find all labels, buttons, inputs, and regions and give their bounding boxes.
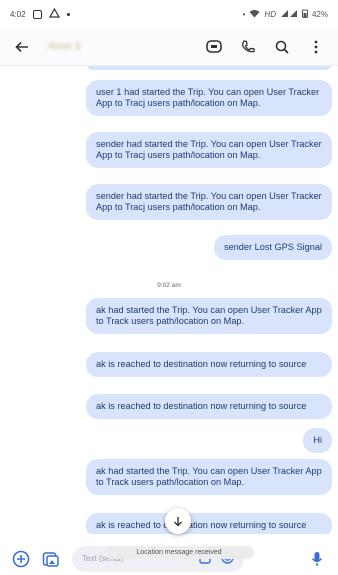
- message-bubble[interactable]: sender had started the Trip. You can ope…: [86, 184, 332, 220]
- message-text: ak is reached to destination now returni…: [96, 401, 307, 411]
- message-timestamp: 9:02 am: [157, 282, 181, 289]
- message-bubble[interactable]: sender Lost GPS Signal: [213, 235, 332, 260]
- back-arrow-icon[interactable]: [12, 37, 32, 57]
- gallery-icon[interactable]: [40, 548, 62, 570]
- message-bubble[interactable]: ak had started the Trip. You can open Us…: [86, 459, 332, 495]
- message-bubble[interactable]: ak had started the Trip. You can open Us…: [86, 298, 332, 334]
- arrow-down-icon: [174, 516, 182, 526]
- message-text: sender had started the Trip. You can ope…: [96, 191, 322, 212]
- status-bar: 4:02 • HD 42%: [0, 0, 338, 28]
- wifi-icon: [249, 9, 260, 20]
- status-time: 4:02: [10, 9, 26, 19]
- message-text: ak had started the Trip. You can open Us…: [96, 466, 322, 487]
- add-attachment-icon[interactable]: [10, 548, 32, 570]
- message-bubble[interactable]: user 1 had started the Trip. You can ope…: [86, 80, 332, 116]
- toast-notification: Location message received: [104, 546, 254, 559]
- chat-icon[interactable]: [204, 37, 224, 57]
- message-bubble[interactable]: ak is reached to destination now returni…: [86, 513, 332, 534]
- battery-level: 42%: [311, 9, 328, 19]
- more-icon[interactable]: [306, 37, 326, 57]
- microphone-icon[interactable]: [306, 548, 328, 570]
- search-icon[interactable]: [272, 37, 292, 57]
- contact-name[interactable]: Anna S: [48, 41, 81, 52]
- partial-message-bubble: [86, 66, 332, 70]
- message-text: ak is reached to destination now returni…: [96, 359, 307, 369]
- notification-icon: [32, 9, 42, 19]
- message-bubble[interactable]: ak is reached to destination now returni…: [86, 352, 332, 377]
- battery-icon: [301, 9, 308, 20]
- message-text: ak is reached to destination now returni…: [96, 520, 307, 530]
- message-bubble[interactable]: Hi: [303, 428, 332, 453]
- signal-dot-icon: •: [242, 9, 246, 19]
- drive-icon: [48, 7, 60, 20]
- message-text: sender had started the Trip. You can ope…: [96, 139, 322, 160]
- message-text: sender Lost GPS Signal: [223, 242, 322, 252]
- cell-signal-icon: [280, 9, 298, 20]
- message-text: ak had started the Trip. You can open Us…: [96, 305, 322, 326]
- message-text: user 1 had started the Trip. You can ope…: [96, 87, 320, 108]
- conversation-header: Anna S: [0, 28, 338, 66]
- scroll-to-bottom-button[interactable]: [165, 508, 191, 534]
- message-bubble[interactable]: ak is reached to destination now returni…: [86, 394, 332, 419]
- dot-icon: [66, 12, 70, 16]
- message-thread[interactable]: user 1 had started the Trip. You can ope…: [0, 66, 338, 534]
- message-text: Hi: [313, 435, 322, 445]
- network-type: HD: [264, 9, 276, 19]
- phone-icon[interactable]: [238, 37, 258, 57]
- message-bubble[interactable]: sender had started the Trip. You can ope…: [86, 132, 332, 168]
